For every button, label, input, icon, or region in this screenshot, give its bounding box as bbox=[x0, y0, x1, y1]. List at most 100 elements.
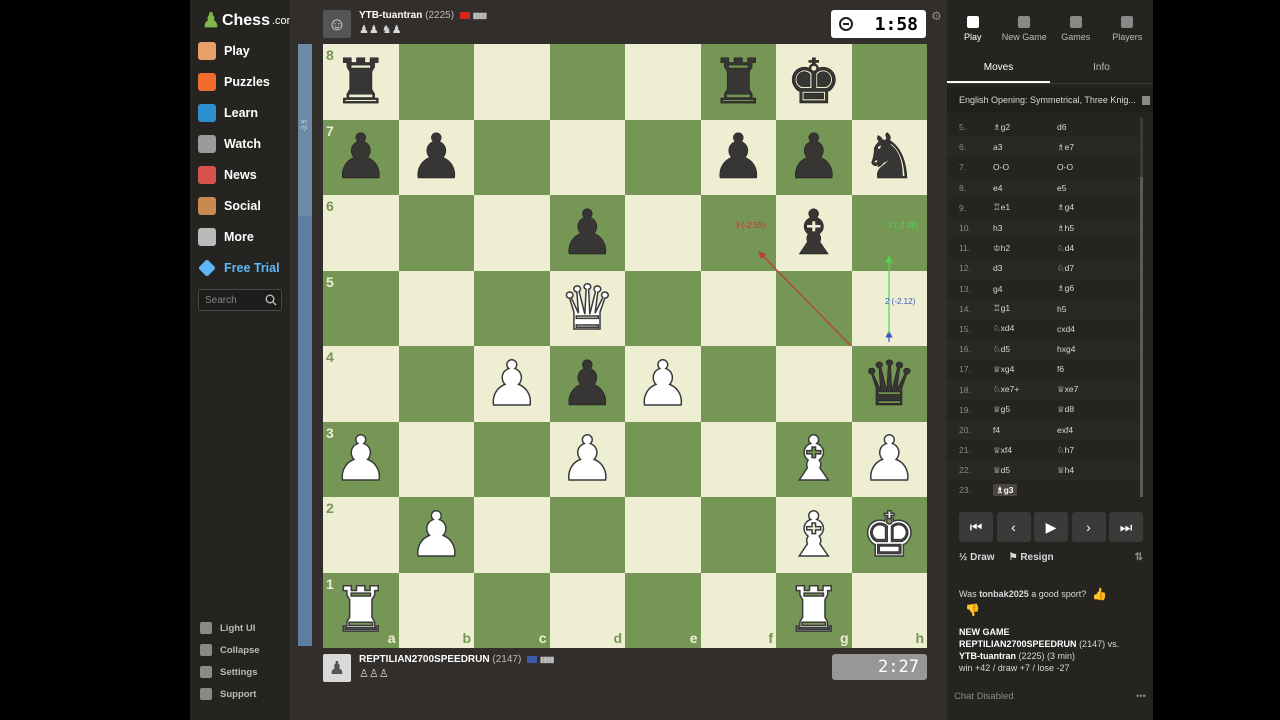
square-h4[interactable]: ♛ bbox=[851, 346, 927, 422]
next-move-button[interactable]: › bbox=[1071, 512, 1106, 542]
search-input[interactable]: Search bbox=[198, 289, 282, 311]
black-knight-icon[interactable]: ♞ bbox=[861, 126, 917, 189]
square-c2[interactable] bbox=[474, 497, 550, 573]
white-move[interactable]: ♘xe7+ bbox=[993, 384, 1019, 394]
white-move[interactable]: g4 bbox=[993, 284, 1002, 294]
white-king-icon[interactable]: ♚ bbox=[861, 503, 918, 567]
white-rook-icon[interactable]: ♜ bbox=[332, 578, 389, 642]
scrollbar-thumb[interactable] bbox=[1140, 177, 1143, 497]
square-a2[interactable]: 2 bbox=[323, 497, 399, 573]
black-move[interactable]: ♘d7 bbox=[1057, 263, 1121, 274]
bottom-player-avatar[interactable]: ♟ bbox=[323, 654, 351, 682]
black-move[interactable]: exf4 bbox=[1057, 425, 1121, 435]
black-move[interactable]: ♗e7 bbox=[1057, 142, 1121, 153]
square-f3[interactable] bbox=[700, 421, 776, 497]
square-h1[interactable]: h bbox=[851, 572, 927, 648]
square-e2[interactable] bbox=[625, 497, 701, 573]
black-pawn-icon[interactable]: ♟ bbox=[710, 126, 766, 189]
black-move[interactable]: ♗g6 bbox=[1057, 283, 1121, 294]
square-d1[interactable]: d bbox=[549, 572, 625, 648]
square-f6[interactable] bbox=[700, 195, 776, 271]
square-h5[interactable] bbox=[851, 270, 927, 346]
square-h2[interactable]: ♚ bbox=[851, 497, 927, 573]
square-a6[interactable]: 6 bbox=[323, 195, 399, 271]
white-pawn-icon[interactable]: ♟ bbox=[332, 427, 389, 491]
square-c3[interactable] bbox=[474, 421, 550, 497]
white-rook-icon[interactable]: ♜ bbox=[785, 578, 842, 642]
black-rook-icon[interactable]: ♜ bbox=[333, 50, 389, 113]
tab-moves[interactable]: Moves bbox=[947, 56, 1050, 83]
sidebar-item-news[interactable]: News bbox=[198, 166, 257, 184]
square-f5[interactable] bbox=[700, 270, 776, 346]
square-d4[interactable]: ♟ bbox=[549, 346, 625, 422]
black-pawn-icon[interactable]: ♟ bbox=[333, 126, 389, 189]
black-move[interactable]: d6 bbox=[1057, 122, 1121, 132]
black-move[interactable]: h5 bbox=[1057, 304, 1121, 314]
thumbs-down-icon[interactable]: 👎 bbox=[965, 603, 980, 617]
black-bishop-icon[interactable]: ♝ bbox=[786, 201, 842, 264]
white-move[interactable]: ♖e1 bbox=[993, 202, 1010, 212]
black-move[interactable]: ♕xe7 bbox=[1057, 384, 1121, 395]
white-bishop-icon[interactable]: ♝ bbox=[785, 503, 842, 567]
square-b8[interactable] bbox=[398, 44, 474, 120]
black-pawn-icon[interactable]: ♟ bbox=[786, 126, 842, 189]
white-pawn-icon[interactable]: ♟ bbox=[634, 352, 691, 416]
square-a4[interactable]: 4 bbox=[323, 346, 399, 422]
tab-new-game[interactable]: New Game bbox=[999, 10, 1051, 50]
square-e4[interactable]: ♟ bbox=[625, 346, 701, 422]
white-move[interactable]: ♘xd4 bbox=[993, 323, 1014, 333]
square-d5[interactable]: ♛ bbox=[549, 270, 625, 346]
white-pawn-icon[interactable]: ♟ bbox=[559, 427, 616, 491]
white-move[interactable]: h3 bbox=[993, 223, 1002, 233]
draw-button[interactable]: ½ Draw bbox=[959, 552, 995, 563]
white-move[interactable]: ♕g5 bbox=[993, 404, 1010, 414]
black-king-icon[interactable]: ♚ bbox=[786, 50, 842, 113]
move-list-scrollbar[interactable] bbox=[1140, 117, 1143, 497]
square-h8[interactable] bbox=[851, 44, 927, 120]
resign-button[interactable]: ⚑ Resign bbox=[1009, 552, 1054, 563]
black-move[interactable]: ♘d4 bbox=[1057, 243, 1121, 254]
sidebar-bottom-collapse[interactable]: Collapse bbox=[200, 644, 260, 656]
square-d8[interactable] bbox=[549, 44, 625, 120]
square-b2[interactable]: ♟ bbox=[398, 497, 474, 573]
square-e1[interactable]: e bbox=[625, 572, 701, 648]
white-move[interactable]: ♕xf4 bbox=[993, 445, 1012, 455]
square-g4[interactable] bbox=[776, 346, 852, 422]
square-f2[interactable] bbox=[700, 497, 776, 573]
white-bishop-icon[interactable]: ♝ bbox=[785, 427, 842, 491]
sidebar-item-more[interactable]: More bbox=[198, 228, 254, 246]
black-move[interactable]: ♘h7 bbox=[1057, 445, 1121, 456]
square-d3[interactable]: ♟ bbox=[549, 421, 625, 497]
black-move[interactable]: ♕h4 bbox=[1057, 465, 1121, 476]
square-f1[interactable]: f bbox=[700, 572, 776, 648]
white-move[interactable]: ♖g1 bbox=[993, 303, 1010, 313]
last-move-button[interactable]: ⏭ bbox=[1109, 512, 1143, 542]
white-move[interactable]: a3 bbox=[993, 142, 1002, 152]
black-move[interactable]: f6 bbox=[1057, 364, 1121, 374]
sidebar-item-puzzles[interactable]: Puzzles bbox=[198, 73, 270, 91]
square-e5[interactable] bbox=[625, 270, 701, 346]
square-a5[interactable]: 5 bbox=[323, 270, 399, 346]
white-move[interactable]: ♕xg4 bbox=[993, 364, 1014, 374]
top-player-avatar[interactable]: ☺ bbox=[323, 10, 351, 38]
white-move[interactable]: e4 bbox=[993, 183, 1002, 193]
square-a1[interactable]: 1 a ♜ bbox=[323, 572, 399, 648]
square-e3[interactable] bbox=[625, 421, 701, 497]
black-move[interactable]: hxg4 bbox=[1057, 344, 1121, 354]
black-move[interactable]: cxd4 bbox=[1057, 324, 1121, 334]
sidebar-bottom-settings[interactable]: Settings bbox=[200, 666, 257, 678]
square-g6[interactable]: ♝ bbox=[776, 195, 852, 271]
black-pawn-icon[interactable]: ♟ bbox=[408, 126, 464, 189]
black-move[interactable]: ♗h5 bbox=[1057, 223, 1121, 234]
black-pawn-icon[interactable]: ♟ bbox=[559, 352, 615, 415]
sidebar-bottom-support[interactable]: Support bbox=[200, 688, 256, 700]
square-g5[interactable] bbox=[776, 270, 852, 346]
square-a7[interactable]: 7 ♟ bbox=[323, 119, 399, 195]
opening-name[interactable]: English Opening: Symmetrical, Three Knig… bbox=[947, 88, 1153, 112]
chess-board[interactable]: 8 ♜ ♜ ♚ 7 ♟ ♟ ♟ ♟ ♞ 6 ♟ ♝ 5 ♛ 4 ♟ ♟ ♟ ♛ 3 ♟ ♟ ♝ ♟ 2 ♟ ♝ ♚ 1 a ♜ b c d e f g ♜ h… bbox=[323, 44, 927, 648]
play-button[interactable]: ▶ bbox=[1034, 512, 1068, 542]
previous-move-button[interactable]: ‹ bbox=[996, 512, 1031, 542]
square-f7[interactable]: ♟ bbox=[700, 119, 776, 195]
chat-menu-icon[interactable]: ••• bbox=[1136, 691, 1146, 705]
square-g1[interactable]: g ♜ bbox=[776, 572, 852, 648]
